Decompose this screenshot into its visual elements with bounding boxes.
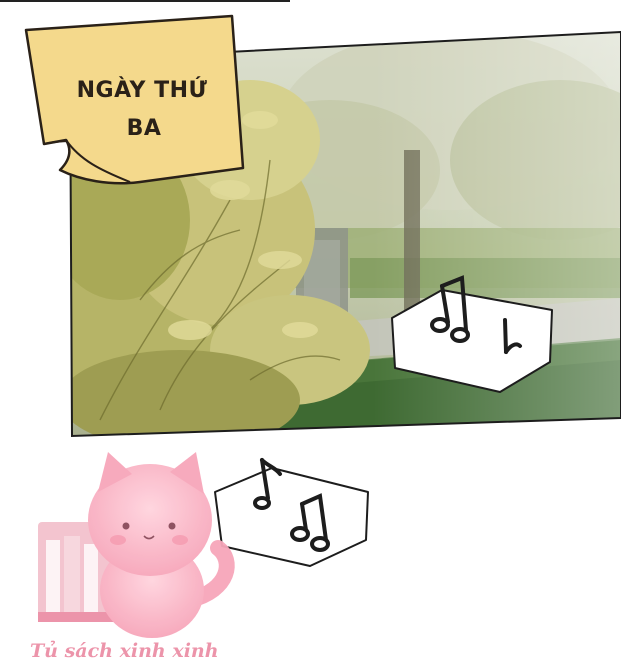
watermark-logo: Tủ sách xinh xinh: [30, 452, 235, 662]
caption-line-2: BA: [127, 116, 162, 141]
cat-mascot-icon: [88, 452, 235, 638]
comic-panel: NGÀY THỨ BA Tủ sách xinh xinh: [0, 0, 621, 662]
watermark-text: Tủ sách xinh xinh: [30, 640, 219, 662]
caption-line-1: NGÀY THỨ: [77, 77, 208, 103]
sound-effect-box: [214, 458, 369, 567]
caption-note: NGÀY THỨ BA: [24, 14, 245, 185]
